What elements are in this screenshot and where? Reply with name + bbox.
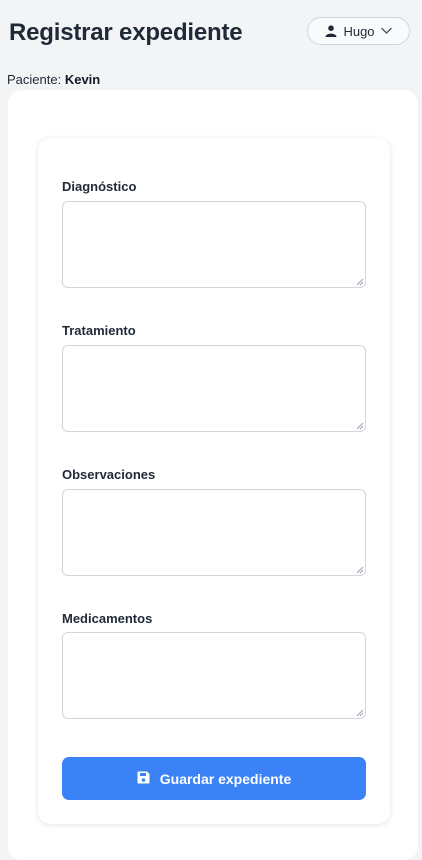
patient-name: Kevin (64, 72, 101, 87)
observaciones-field[interactable] (62, 489, 366, 576)
tratamiento-field[interactable] (62, 345, 366, 432)
save-button-label: Guardar expediente (159, 770, 292, 787)
floppy-disk-icon (137, 771, 150, 787)
diagnostico-field[interactable] (62, 201, 366, 288)
save-record-button[interactable]: Guardar expediente (62, 757, 366, 800)
medicamentos-field[interactable] (62, 632, 366, 719)
user-menu-button[interactable]: Hugo (307, 17, 410, 45)
chevron-down-icon (380, 27, 392, 35)
user-name: Hugo (343, 23, 375, 39)
medicamentos-label: Medicamentos (62, 611, 153, 626)
observaciones-label: Observaciones (62, 467, 156, 482)
page-title: Registrar expediente (9, 19, 243, 46)
page-header: Registrar expediente Hugo (0, 0, 422, 70)
patient-info: Paciente: Kevin (7, 72, 100, 87)
user-icon (325, 25, 337, 37)
diagnostico-label: Diagnóstico (62, 179, 137, 194)
patient-label: Paciente: (7, 72, 62, 87)
tratamiento-label: Tratamiento (62, 323, 136, 338)
